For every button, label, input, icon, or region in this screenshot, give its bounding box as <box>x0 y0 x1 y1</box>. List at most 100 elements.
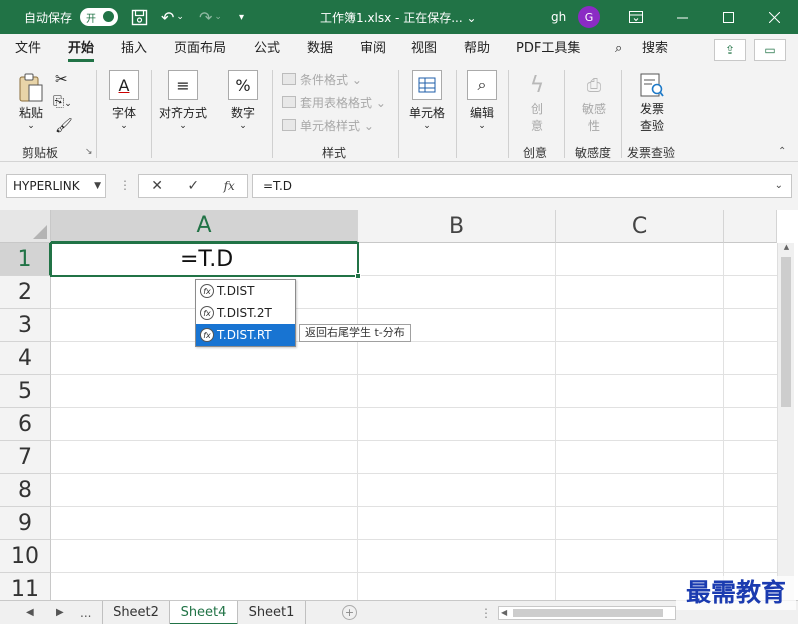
ribbon-tabs: 文件 开始 插入 页面布局 公式 数据 审阅 视图 帮助 PDF工具集 ⌕ 搜索… <box>0 34 798 64</box>
number-button[interactable]: % 数字 ⌄ <box>226 70 260 131</box>
invoice-icon <box>634 70 670 100</box>
group-styles-label: 样式 <box>322 146 347 160</box>
row-header-1[interactable]: 1 <box>0 243 51 276</box>
paste-dropdown-icon[interactable]: ⌄ <box>14 121 48 131</box>
next-sheet-icon[interactable]: ▶ <box>56 601 64 624</box>
horizontal-scroll-thumb[interactable] <box>513 609 663 617</box>
search-label[interactable]: 搜索 <box>642 34 668 64</box>
sheet-tab-sheet1[interactable]: Sheet1 <box>238 601 306 624</box>
font-button[interactable]: A 字体 ⌄ <box>106 70 142 131</box>
row-header-3[interactable]: 3 <box>0 309 51 342</box>
creativity-button[interactable]: ϟ 创 意 <box>522 70 552 134</box>
window-title[interactable]: 工作簿1.xlsx - 正在保存... ⌄ <box>320 0 477 34</box>
column-header-a[interactable]: A <box>51 210 358 243</box>
tab-pdf-tools[interactable]: PDF工具集 <box>516 34 580 64</box>
conditional-formatting-button[interactable]: 条件格式 ⌄ <box>282 69 362 89</box>
tab-review[interactable]: 审阅 <box>360 34 386 64</box>
tab-splitter-icon[interactable]: ⋮ <box>480 601 492 624</box>
formula-input[interactable]: =T.D ⌄ <box>252 174 792 198</box>
tab-help[interactable]: 帮助 <box>464 34 490 64</box>
vertical-scrollbar[interactable]: ▲ <box>777 243 794 600</box>
share-icon[interactable]: ⇪ <box>714 39 746 61</box>
row-header-2[interactable]: 2 <box>0 276 51 309</box>
horizontal-scrollbar[interactable]: ◀ <box>498 606 676 620</box>
editing-button[interactable]: ⌕ 编辑 ⌄ <box>465 70 499 131</box>
autosave-toggle[interactable]: 开 <box>80 8 118 26</box>
scroll-left-icon[interactable]: ◀ <box>501 607 507 619</box>
minimize-icon[interactable] <box>659 0 705 34</box>
ribbon-display-icon[interactable] <box>613 0 659 34</box>
user-name: gh <box>551 10 567 24</box>
active-cell-a1[interactable]: =T.D <box>50 242 361 279</box>
tab-home[interactable]: 开始 <box>68 34 95 64</box>
autocomplete-item-t-dist-2t[interactable]: fx T.DIST.2T <box>196 302 295 324</box>
row-header-11[interactable]: 11 <box>0 573 51 600</box>
row-header-7[interactable]: 7 <box>0 441 51 474</box>
insert-function-icon[interactable]: fx <box>224 179 235 193</box>
tab-formulas[interactable]: 公式 <box>254 34 280 64</box>
cells-button[interactable]: 单元格 ⌄ <box>407 70 447 131</box>
row-header-9[interactable]: 9 <box>0 507 51 540</box>
scroll-up-icon[interactable]: ▲ <box>778 243 795 255</box>
font-icon: A <box>109 70 139 100</box>
name-box[interactable]: HYPERLINK ▼ <box>6 174 106 198</box>
row-header-10[interactable]: 10 <box>0 540 51 573</box>
autosave-label: 自动保存 <box>24 10 73 25</box>
select-all-corner[interactable] <box>0 210 51 243</box>
format-painter-icon[interactable]: 🖌 <box>55 118 73 134</box>
align-icon: ≡ <box>168 70 198 100</box>
autocomplete-item-t-dist[interactable]: fx T.DIST <box>196 280 295 302</box>
copy-icon[interactable]: ⎘⌄ <box>53 94 72 110</box>
column-header-b[interactable]: B <box>358 210 556 243</box>
row-header-6[interactable]: 6 <box>0 408 51 441</box>
cancel-entry-icon[interactable]: ✕ <box>151 178 163 194</box>
splitter-icon[interactable]: ⋮ <box>119 178 131 192</box>
row-header-8[interactable]: 8 <box>0 474 51 507</box>
sensitivity-button[interactable]: ⎙ 敏感 性 <box>576 70 612 134</box>
undo-icon[interactable]: ↶ ⌄ <box>161 0 184 34</box>
tab-data[interactable]: 数据 <box>307 34 333 64</box>
collapse-ribbon-icon[interactable]: ⌃ <box>778 146 786 157</box>
cell-styles-button[interactable]: 单元格样式 ⌄ <box>282 115 374 135</box>
group-clipboard-label: 剪贴板 <box>22 146 59 160</box>
percent-icon: % <box>228 70 258 100</box>
invoice-check-button[interactable]: 发票 查验 <box>634 70 670 134</box>
save-icon[interactable] <box>131 0 148 34</box>
tab-view[interactable]: 视图 <box>411 34 437 64</box>
redo-icon[interactable]: ↷ ⌄ <box>199 0 222 34</box>
add-sheet-icon[interactable]: + <box>342 605 357 620</box>
fill-handle[interactable] <box>355 273 361 279</box>
paste-button[interactable]: 粘贴 ⌄ <box>14 72 48 131</box>
table-icon <box>282 96 296 108</box>
column-header-c[interactable]: C <box>556 210 724 243</box>
search-icon[interactable]: ⌕ <box>615 34 622 64</box>
function-tooltip: 返回右尾学生 t-分布 <box>299 324 411 342</box>
comments-icon[interactable]: ▭ <box>754 39 786 61</box>
prev-sheet-icon[interactable]: ◀ <box>26 601 34 624</box>
confirm-entry-icon[interactable]: ✓ <box>187 178 199 194</box>
clipboard-launcher-icon[interactable]: ↘ <box>85 147 93 157</box>
row-header-4[interactable]: 4 <box>0 342 51 375</box>
tab-insert[interactable]: 插入 <box>121 34 147 64</box>
name-box-dropdown-icon[interactable]: ▼ <box>94 175 101 197</box>
tab-file[interactable]: 文件 <box>15 34 41 64</box>
row-header-5[interactable]: 5 <box>0 375 51 408</box>
autocomplete-item-t-dist-rt[interactable]: fx T.DIST.RT <box>196 324 295 346</box>
sheet-tab-sheet2[interactable]: Sheet2 <box>102 601 170 624</box>
format-as-table-button[interactable]: 套用表格格式 ⌄ <box>282 92 386 112</box>
sheet-tab-sheet4[interactable]: Sheet4 <box>170 601 238 624</box>
tab-page-layout[interactable]: 页面布局 <box>174 34 226 64</box>
worksheet-grid[interactable]: A B C 1 2 3 4 5 6 7 8 9 10 11 =T.D <box>0 210 798 600</box>
alignment-button[interactable]: ≡ 对齐方式 ⌄ <box>157 70 209 131</box>
vertical-scroll-thumb[interactable] <box>781 257 791 407</box>
cut-icon[interactable]: ✂ <box>55 70 68 88</box>
column-header-partial[interactable] <box>724 210 777 243</box>
avatar[interactable]: G <box>578 6 600 28</box>
expand-formula-bar-icon[interactable]: ⌄ <box>775 175 783 197</box>
more-sheets[interactable]: ... <box>80 601 91 624</box>
function-autocomplete-list[interactable]: fx T.DIST fx T.DIST.2T fx T.DIST.RT <box>195 279 296 347</box>
function-icon: fx <box>200 284 214 298</box>
close-icon[interactable] <box>751 0 797 34</box>
maximize-icon[interactable] <box>705 0 751 34</box>
customize-qat-icon[interactable]: ▾ <box>239 0 244 34</box>
